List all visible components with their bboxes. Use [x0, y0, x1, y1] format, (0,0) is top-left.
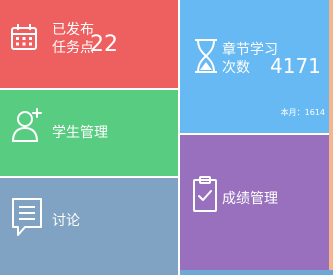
student-management-tile[interactable]: 学生管理 — [0, 90, 178, 176]
study-month-count: 本月：1614 — [280, 108, 325, 117]
user-add-icon — [11, 108, 43, 144]
tasks-label-line1: 已发布 — [52, 22, 94, 38]
forum-label: 讨论 — [52, 213, 80, 229]
published-tasks-tile[interactable]: 已发布 任务点 22 — [0, 0, 178, 88]
tasks-count: 22 — [90, 32, 118, 57]
tasks-label-line2: 任务点 — [52, 40, 94, 56]
students-label: 学生管理 — [52, 125, 108, 141]
hourglass-icon — [194, 38, 218, 74]
grades-label: 成绩管理 — [222, 191, 278, 207]
forum-tile[interactable]: 讨论 — [0, 178, 178, 275]
adjacent-tile-edge-bottom — [180, 270, 333, 275]
clipboard-check-icon — [192, 175, 218, 213]
chapter-study-tile[interactable]: 章节学习 次数 4171 本月：1614 — [180, 0, 333, 133]
study-count: 4171 — [270, 54, 321, 78]
grade-management-tile[interactable]: 成绩管理 — [180, 135, 333, 270]
chat-bubble-icon — [11, 197, 43, 239]
calendar-icon — [10, 23, 38, 51]
study-label-line2: 次数 — [222, 60, 250, 76]
adjacent-tile-edge — [329, 0, 333, 275]
dashboard: 已发布 任务点 22 学生管理 讨论 章节学习 次数 4171 本月：1614 … — [0, 0, 333, 275]
